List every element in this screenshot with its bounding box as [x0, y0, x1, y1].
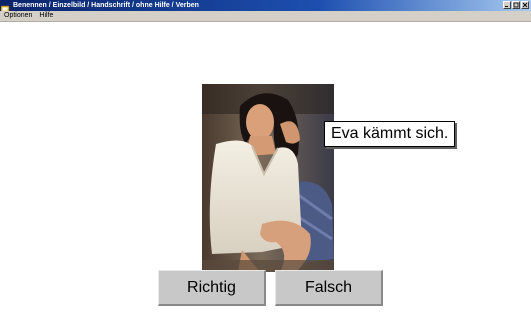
window-title: Benennen / Einzelbild / Handschrift / oh…: [13, 2, 199, 9]
app-window: Benennen / Einzelbild / Handschrift / oh…: [0, 0, 531, 324]
exercise-photo: [202, 84, 334, 272]
minimize-icon[interactable]: [503, 1, 511, 9]
title-bar[interactable]: Benennen / Einzelbild / Handschrift / oh…: [0, 0, 531, 14]
maximize-icon[interactable]: [512, 1, 520, 9]
richtig-button[interactable]: Richtig: [158, 270, 266, 306]
sentence-caption: Eva kämmt sich.: [324, 121, 456, 147]
menu-hilfe[interactable]: Hilfe: [39, 11, 53, 21]
exercise-area: Eva kämmt sich. Richtig Falsch: [0, 22, 531, 324]
app-icon[interactable]: [0, 1, 10, 14]
falsch-button[interactable]: Falsch: [275, 270, 383, 306]
menu-optionen[interactable]: Optionen: [4, 11, 32, 21]
close-icon[interactable]: [521, 1, 529, 9]
menu-bar: Optionen Hilfe: [0, 11, 531, 22]
window-controls: [502, 1, 529, 9]
